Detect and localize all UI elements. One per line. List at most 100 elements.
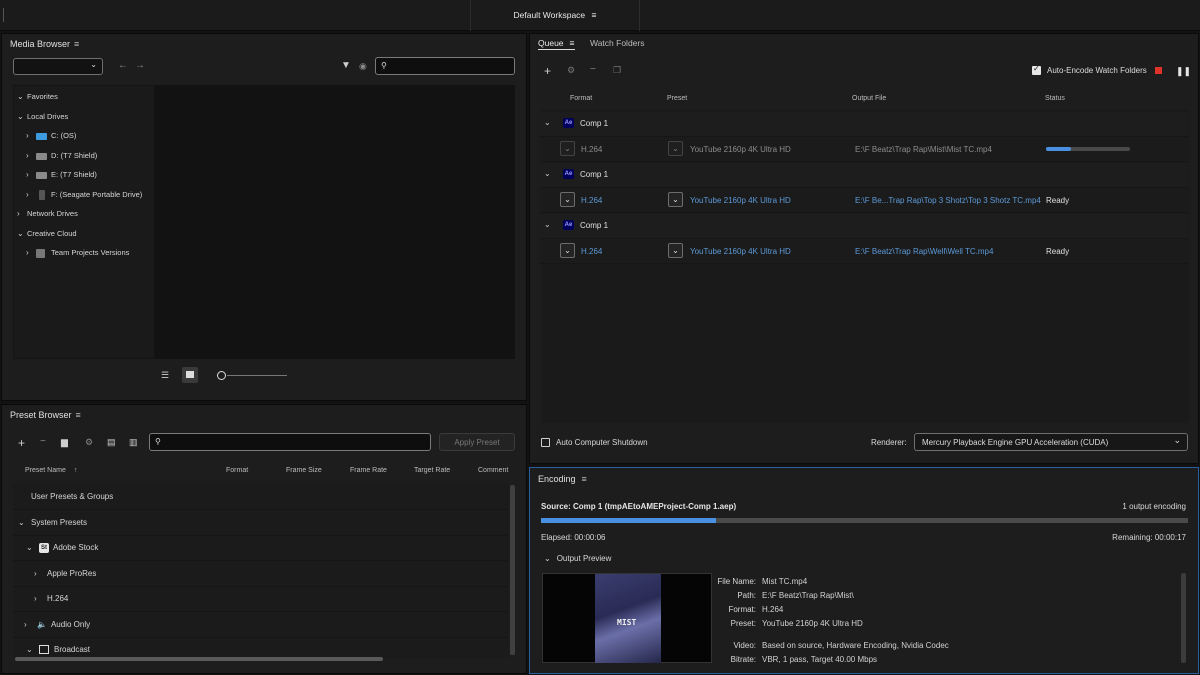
tree-item-f-drive[interactable]: › F: (Seagate Portable Drive) (26, 187, 142, 203)
chevron-right-icon[interactable]: › (26, 187, 36, 203)
chevron-down-icon[interactable]: ⌄ (17, 109, 27, 125)
remove-icon[interactable]: − (590, 64, 596, 75)
chevron-right-icon[interactable]: › (26, 245, 36, 261)
tree-item-e-drive[interactable]: › E: (T7 Shield) (26, 167, 97, 183)
column-comment[interactable]: Comment (478, 467, 508, 474)
duplicate-icon[interactable]: ❐ (613, 65, 621, 76)
icon-view-button[interactable] (182, 367, 198, 383)
media-search-input[interactable]: ⚲ (375, 57, 515, 75)
output-file-value[interactable]: E:\F Beatz\Trap Rap\Well\Well TC.mp4 (855, 247, 993, 256)
auto-shutdown-checkbox[interactable] (541, 438, 550, 447)
output-file-value[interactable]: E:\F Be...Trap Rap\Top 3 Shotz\Top 3 Sho… (855, 196, 1041, 205)
horizontal-scrollbar[interactable] (15, 657, 383, 661)
chevron-right-icon[interactable]: › (24, 613, 37, 637)
chevron-down-icon[interactable]: ⌄ (17, 89, 27, 105)
preset-dropdown[interactable]: ⌄ (668, 192, 683, 207)
vertical-scrollbar[interactable] (1181, 573, 1186, 663)
preset-dropdown[interactable]: ⌄ (668, 141, 683, 156)
column-target-rate[interactable]: Target Rate (414, 467, 450, 474)
preset-value[interactable]: YouTube 2160p 4K Ultra HD (690, 247, 791, 256)
queue-group-header[interactable]: ⌄ Ae Comp 1 (540, 214, 1188, 239)
settings-icon[interactable]: ⚙ (567, 65, 575, 76)
add-preset-icon[interactable]: + (18, 436, 25, 450)
panel-menu-icon[interactable]: ≡ (76, 410, 81, 420)
column-format[interactable]: Format (570, 95, 592, 102)
preset-browser-title[interactable]: Preset Browser ≡ (10, 410, 81, 420)
tree-item-team-projects[interactable]: › Team Projects Versions (26, 245, 129, 261)
tab-queue[interactable]: Queue ≡ (538, 38, 575, 50)
preset-row-h264[interactable]: › H.264 (13, 587, 507, 612)
format-dropdown[interactable]: ⌄ (560, 192, 575, 207)
tree-item-favorites[interactable]: ⌄ Favorites (17, 89, 58, 105)
column-status[interactable]: Status (1045, 95, 1065, 102)
column-preset-name[interactable]: Preset Name ↑ (25, 467, 77, 474)
chevron-down-icon[interactable]: ⌄ (544, 220, 554, 229)
queue-item-row[interactable]: ⌄ H.264 ⌄ YouTube 2160p 4K Ultra HD E:\F… (540, 137, 1188, 162)
format-value[interactable]: H.264 (581, 196, 602, 205)
export-preset-icon[interactable]: ▥ (129, 437, 138, 448)
media-browser-title[interactable]: Media Browser ≡ (10, 39, 79, 49)
preset-row-apple-prores[interactable]: › Apple ProRes (13, 562, 507, 587)
panel-menu-icon[interactable]: ≡ (74, 39, 79, 49)
pause-queue-button[interactable]: ❚❚ (1176, 66, 1191, 77)
format-value[interactable]: H.264 (581, 247, 602, 256)
apply-preset-button[interactable]: Apply Preset (439, 433, 515, 451)
format-value[interactable]: H.264 (581, 145, 602, 154)
location-dropdown[interactable]: ⌄ (13, 58, 103, 75)
chevron-right-icon[interactable]: › (26, 148, 36, 164)
queue-group-header[interactable]: ⌄ Ae Comp 1 (540, 112, 1188, 137)
chevron-right-icon[interactable]: › (26, 167, 36, 183)
list-view-icon[interactable]: ☰ (161, 370, 169, 381)
chevron-down-icon[interactable]: ⌄ (26, 638, 39, 658)
grip-handle[interactable] (3, 8, 4, 22)
panel-menu-icon[interactable]: ≡ (570, 38, 575, 48)
tree-item-c-drive[interactable]: › C: (OS) (26, 128, 76, 144)
preset-row-user-presets[interactable]: User Presets & Groups (13, 485, 507, 510)
vertical-scrollbar[interactable] (510, 485, 515, 655)
tree-item-creative-cloud[interactable]: ⌄ Creative Cloud (17, 226, 77, 242)
chevron-down-icon[interactable]: ⌄ (544, 169, 554, 178)
tree-item-local-drives[interactable]: ⌄ Local Drives (17, 109, 68, 125)
queue-group-header[interactable]: ⌄ Ae Comp 1 (540, 163, 1188, 188)
output-preview-toggle[interactable]: ⌄ Output Preview (544, 554, 611, 563)
chevron-right-icon[interactable]: › (26, 128, 36, 144)
preset-row-system-presets[interactable]: ⌄ System Presets (13, 511, 507, 536)
add-source-icon[interactable]: + (544, 64, 551, 78)
chevron-down-icon[interactable]: ⌄ (26, 536, 39, 560)
zoom-slider-handle[interactable] (217, 371, 226, 380)
column-format[interactable]: Format (226, 467, 248, 474)
output-file-value[interactable]: E:\F Beatz\Trap Rap\Mist\Mist TC.mp4 (855, 145, 992, 154)
stop-queue-button[interactable] (1155, 67, 1162, 74)
chevron-down-icon[interactable]: ⌄ (544, 118, 554, 127)
column-output-file[interactable]: Output File (852, 95, 886, 102)
preset-row-broadcast[interactable]: ⌄ Broadcast (13, 638, 507, 658)
preset-search-input[interactable]: ⚲ (149, 433, 431, 451)
tab-watch-folders[interactable]: Watch Folders (590, 38, 644, 48)
remove-preset-icon[interactable]: − (40, 436, 46, 447)
tree-item-d-drive[interactable]: › D: (T7 Shield) (26, 148, 97, 164)
preset-value[interactable]: YouTube 2160p 4K Ultra HD (690, 196, 791, 205)
encoding-title[interactable]: Encoding ≡ (538, 474, 587, 484)
chevron-down-icon[interactable]: ⌄ (18, 511, 31, 535)
chevron-down-icon[interactable]: ⌄ (17, 226, 27, 242)
workspace-switcher[interactable]: Default Workspace ≡ (470, 0, 640, 31)
queue-item-row[interactable]: ⌄ H.264 ⌄ YouTube 2160p 4K Ultra HD E:\F… (540, 239, 1188, 264)
preset-row-adobe-stock[interactable]: ⌄ St Adobe Stock (13, 536, 507, 561)
panel-menu-icon[interactable]: ≡ (582, 474, 587, 484)
preset-value[interactable]: YouTube 2160p 4K Ultra HD (690, 145, 791, 154)
chevron-right-icon[interactable]: › (34, 587, 47, 611)
auto-encode-checkbox[interactable]: ✓ (1032, 64, 1041, 75)
preset-settings-icon[interactable]: ⚙ (85, 437, 93, 448)
eye-icon[interactable]: ◉ (359, 61, 367, 72)
format-dropdown[interactable]: ⌄ (560, 141, 575, 156)
forward-arrow-icon[interactable]: → (135, 60, 145, 71)
column-frame-rate[interactable]: Frame Rate (350, 467, 387, 474)
column-frame-size[interactable]: Frame Size (286, 467, 322, 474)
back-arrow-icon[interactable]: ← (118, 60, 128, 71)
chevron-right-icon[interactable]: › (17, 206, 27, 222)
format-dropdown[interactable]: ⌄ (560, 243, 575, 258)
tree-item-network-drives[interactable]: › Network Drives (17, 206, 78, 222)
chevron-right-icon[interactable]: › (34, 562, 47, 586)
column-preset[interactable]: Preset (667, 95, 687, 102)
queue-item-row[interactable]: ⌄ H.264 ⌄ YouTube 2160p 4K Ultra HD E:\F… (540, 188, 1188, 213)
